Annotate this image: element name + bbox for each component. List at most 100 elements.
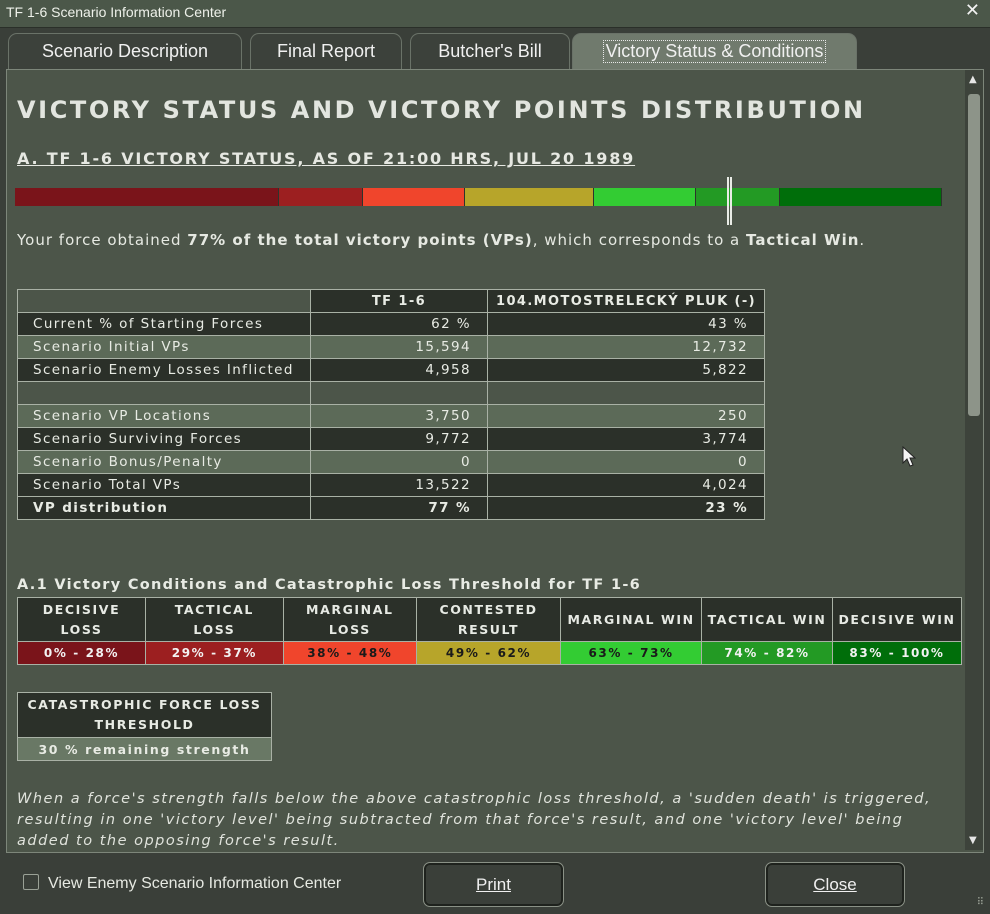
table-row: Scenario Enemy Losses Inflicted 4,958 5,82… — [17, 358, 766, 382]
row-label: Scenario Initial VPs — [17, 335, 311, 359]
resize-grip-icon[interactable]: ⠿ — [977, 897, 984, 908]
tab-label: Final Report — [276, 41, 376, 61]
view-enemy-checkbox[interactable] — [23, 874, 39, 890]
catastrophic-line2: THRESHOLD — [94, 717, 195, 732]
row-label — [17, 381, 311, 405]
scroll-down-icon[interactable]: ▼ — [969, 835, 977, 846]
victory-bar-segment — [464, 188, 595, 206]
tab-label: Butcher's Bill — [438, 41, 542, 61]
view-enemy-checkbox-label[interactable]: View Enemy Scenario Information Center — [48, 875, 341, 893]
summary-result: Tactical Win — [746, 231, 860, 249]
table-row: Scenario VP Locations 3,750 250 — [17, 404, 766, 428]
page-title: VICTORY STATUS AND VICTORY POINTS DISTRI… — [17, 96, 866, 124]
close-button-label: Close — [813, 874, 857, 894]
catastrophic-value: 30 % remaining strength — [17, 737, 272, 761]
mouse-cursor-icon — [902, 446, 916, 467]
tab-final-report[interactable]: Final Report — [250, 33, 402, 69]
tab-label: Scenario Description — [41, 41, 209, 61]
victory-conditions-table: DECISIVE LOSS TACTICAL LOSS MARGINAL LOSS CONT… — [16, 597, 963, 665]
row-value-enemy: 43 % — [486, 312, 766, 336]
victory-marker — [726, 177, 732, 225]
content-panel: VICTORY STATUS AND VICTORY POINTS DISTRI… — [6, 69, 984, 853]
summary-middle: , which corresponds to a — [532, 231, 747, 249]
condition-header: DECISIVE LOSS — [16, 597, 147, 642]
row-label: Scenario VP Locations — [17, 404, 311, 428]
catastrophic-line1: CATASTROPHIC FORCE LOSS — [27, 697, 262, 712]
condition-label-line2: LOSS — [328, 621, 371, 637]
catastrophic-value-row: 30 % remaining strength — [17, 737, 272, 761]
table-row: Scenario Initial VPs 15,594 12,732 — [17, 335, 766, 359]
victory-bar-segment — [779, 188, 942, 206]
summary-text: Your force obtained 77% of the total vic… — [17, 231, 865, 249]
row-value-tf16: 62 % — [310, 312, 488, 336]
condition-range: 0% - 28% — [16, 641, 147, 665]
condition-label-line1: TACTICAL WIN — [707, 611, 827, 627]
close-button[interactable]: Close — [765, 862, 905, 907]
row-value-enemy: 23 % — [486, 496, 766, 520]
victory-bar-segment — [696, 188, 780, 206]
close-icon[interactable]: ✕ — [965, 0, 980, 21]
vp-table-header: TF 1-6 104.MOTOSTRELECKÝ PLUK (-) — [17, 289, 766, 313]
tab-victory-status[interactable]: Victory Status & Conditions — [572, 33, 857, 69]
row-label: VP distribution — [17, 496, 311, 520]
scroll-up-icon[interactable]: ▲ — [969, 74, 977, 85]
condition-label-line1: DECISIVE — [42, 601, 121, 617]
row-value-tf16: 13,522 — [310, 473, 488, 497]
table-spacer-row — [17, 381, 766, 405]
header-tf16: TF 1-6 — [310, 289, 488, 313]
condition-range: 83% - 100% — [831, 641, 963, 665]
victory-bar-segment — [594, 188, 697, 206]
row-value-enemy: 0 — [486, 450, 766, 474]
row-label: Scenario Enemy Losses Inflicted — [17, 358, 311, 382]
summary-vp-percent: 77% of the total victory points (VPs) — [187, 231, 533, 249]
row-label: Current % of Starting Forces — [17, 312, 311, 336]
victory-bar-segment — [15, 188, 280, 206]
condition-range: 49% - 62% — [415, 641, 562, 665]
condition-range: 38% - 48% — [282, 641, 417, 665]
row-value-tf16: 77 % — [310, 496, 488, 520]
table-row: Current % of Starting Forces 62 % 43 % — [17, 312, 766, 336]
condition-header: MARGINAL LOSS — [282, 597, 417, 642]
print-button[interactable]: Print — [423, 862, 564, 907]
table-row: Scenario Surviving Forces 9,772 3,774 — [17, 427, 766, 451]
row-value-tf16 — [310, 381, 488, 405]
condition-header: CONTESTED RESULT — [415, 597, 562, 642]
condition-header: DECISIVE WIN — [831, 597, 963, 642]
scroll-thumb[interactable] — [968, 94, 980, 416]
condition-range: 63% - 73% — [560, 641, 703, 665]
vertical-scrollbar[interactable]: ▲ ▼ — [965, 70, 983, 850]
tab-butchers-bill[interactable]: Butcher's Bill — [410, 33, 570, 69]
condition-label-line1: CONTESTED — [439, 601, 538, 617]
conditions-range-row: 0% - 28% 29% - 37% 38% - 48% 49% - 62% 63% -… — [16, 641, 963, 665]
header-enemy: 104.MOTOSTRELECKÝ PLUK (-) — [486, 289, 766, 313]
tab-scenario-description[interactable]: Scenario Description — [8, 33, 242, 69]
print-button-label: Print — [476, 874, 511, 894]
condition-label-line1: MARGINAL — [306, 601, 394, 617]
row-value-tf16: 15,594 — [310, 335, 488, 359]
table-row: Scenario Total VPs 13,522 4,024 — [17, 473, 766, 497]
conditions-title: A.1 Victory Conditions and Catastrophic … — [17, 577, 642, 593]
row-value-tf16: 3,750 — [310, 404, 488, 428]
row-label: Scenario Total VPs — [17, 473, 311, 497]
sudden-death-note: When a force's strength falls below the … — [17, 791, 932, 849]
row-value-enemy: 3,774 — [486, 427, 766, 451]
catastrophic-header: CATASTROPHIC FORCE LOSS THRESHOLD — [17, 692, 272, 738]
summary-suffix: . — [859, 231, 866, 249]
title-bar: TF 1-6 Scenario Information Center ✕ — [0, 0, 990, 28]
row-value-enemy — [486, 381, 766, 405]
condition-label-line2: LOSS — [60, 621, 103, 637]
row-label: Scenario Bonus/Penalty — [17, 450, 311, 474]
condition-range: 29% - 37% — [145, 641, 284, 665]
condition-label-line2: LOSS — [193, 621, 236, 637]
table-row-total: VP distribution 77 % 23 % — [17, 496, 766, 520]
conditions-header-row: DECISIVE LOSS TACTICAL LOSS MARGINAL LOSS CONT… — [16, 597, 963, 642]
row-value-enemy: 4,024 — [486, 473, 766, 497]
condition-label-line1: TACTICAL — [174, 601, 254, 617]
header-empty — [17, 289, 311, 313]
row-value-enemy: 12,732 — [486, 335, 766, 359]
summary-prefix: Your force obtained — [17, 231, 188, 249]
condition-label-line1: MARGINAL WIN — [567, 611, 695, 627]
tab-bar: Scenario Description Final Report Butche… — [8, 33, 988, 69]
table-row: Scenario Bonus/Penalty 0 0 — [17, 450, 766, 474]
victory-bar-segment — [362, 188, 465, 206]
